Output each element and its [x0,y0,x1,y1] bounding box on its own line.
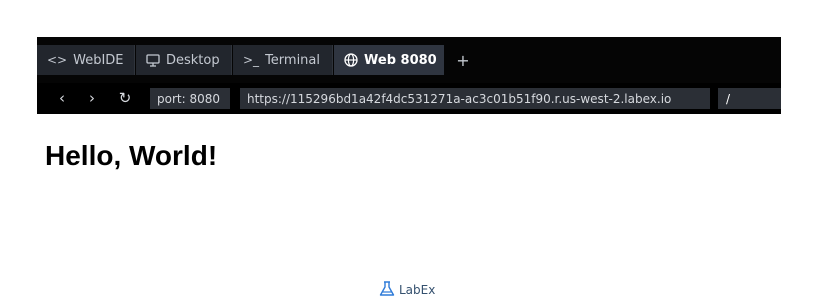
tab-terminal[interactable]: >_ Terminal [233,45,333,75]
add-tab-button[interactable]: + [456,45,470,75]
port-selector[interactable]: port: 8080 [150,88,230,109]
address-bar: ‹ › ↻ port: 8080 https://115296bd1a42f4d… [37,83,781,114]
code-icon: <> [47,53,68,67]
tab-bar: <> WebIDE Desktop >_ Terminal Web 8080 + [37,37,781,83]
path-input[interactable]: / [718,88,781,109]
reload-button[interactable]: ↻ [114,87,136,109]
terminal-icon: >_ [243,53,260,67]
tab-web-8080[interactable]: Web 8080 [334,45,444,75]
url-display[interactable]: https://115296bd1a42f4dc531271a-ac3c01b5… [240,88,710,109]
tab-label: Web 8080 [364,52,437,68]
back-button[interactable]: ‹ [51,87,73,109]
brand-name: LabEx [399,283,436,297]
tab-label: Desktop [166,52,220,68]
page-heading: Hello, World! [45,140,218,171]
tab-desktop[interactable]: Desktop [136,45,232,75]
globe-icon [344,53,358,67]
labex-logo[interactable]: LabEx [378,280,435,300]
tab-label: WebIDE [73,52,124,68]
monitor-icon [146,53,160,67]
tab-webide[interactable]: <> WebIDE [37,45,135,75]
tab-label: Terminal [265,52,321,68]
forward-button[interactable]: › [81,87,103,109]
flask-icon [378,280,396,301]
page-content: Hello, World! [45,140,217,172]
browser-frame: <> WebIDE Desktop >_ Terminal Web 8080 +… [37,37,781,114]
